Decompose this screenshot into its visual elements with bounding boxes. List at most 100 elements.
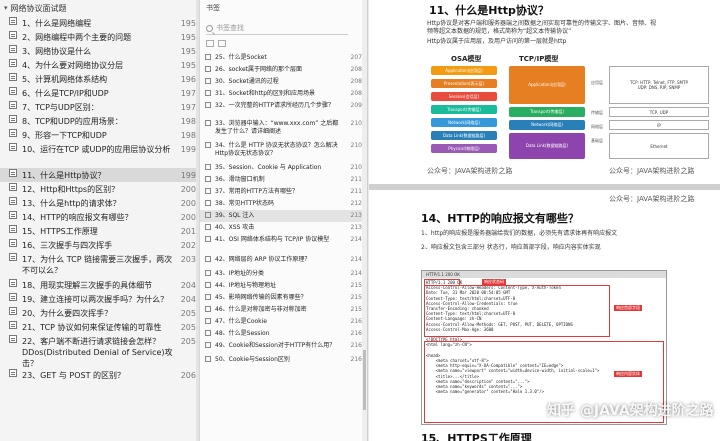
outline-item[interactable]: 14、HTTP的响应报文有哪些？ 200	[0, 210, 199, 224]
bookmark-item-page: 216	[350, 330, 362, 337]
bookmark-icon	[205, 102, 211, 108]
bullet-text-4: 2、响应报文包含三部分 状态行，响应首部字段，响应内容实体实现	[421, 244, 601, 251]
outline-item-icon	[9, 293, 17, 301]
bookmark-item[interactable]: 39、SQL 注入 213	[200, 210, 367, 222]
bookmark-item[interactable]: 25、什么是Socket 207	[200, 52, 367, 64]
collapse-icon[interactable]	[218, 40, 226, 47]
outline-item[interactable]: 8、TCP和UDP的应用场景： 198	[0, 114, 199, 128]
bookmark-item-page: 216	[350, 318, 362, 325]
tcpip-layer: Network(网络层)	[509, 120, 585, 130]
bookmark-item-label: 43、IP地址的分类	[215, 270, 265, 277]
outline-item-page: 199	[180, 171, 196, 180]
expand-icon[interactable]	[206, 40, 214, 47]
bookmark-item[interactable]: 26、socket属于网络的那个层面 208	[200, 64, 367, 76]
bookmark-item-label: 46、什么是对称加密与非对称加密	[215, 306, 307, 313]
osi-model-title: OSA模型	[451, 55, 482, 63]
bookmark-item[interactable]: 50、Cookie与Session区别 216	[200, 354, 367, 366]
outline-item[interactable]: 21、TCP 协议如何来保证传输的可靠性 205	[0, 320, 199, 334]
outline-item-icon	[9, 169, 17, 177]
watermark: 知乎 @JAVA架构进阶之路	[547, 403, 714, 419]
outline-item-label: 18、用现实理解三次握手的具体细节	[22, 281, 153, 290]
footer-left: 公众号：JAVA架构进阶之路	[427, 167, 513, 175]
outline-item-page: 200	[180, 213, 196, 222]
protocol-box-network: IP	[609, 120, 709, 130]
outline-item[interactable]: 10、运行在TCP 或UDP的应用层协议分析 199	[0, 142, 199, 168]
outline-item[interactable]: 11、什么是Http协议？ 199	[0, 168, 199, 182]
outline-item[interactable]: 5、计算机网络体系结构 196	[0, 72, 199, 86]
outline-panel: ▾ 网络协议面试题 1、什么是网络编程 195 2、网络编程中两个主要的问题 195 3…	[0, 0, 200, 441]
bookmark-item-page: 207	[350, 54, 362, 61]
bookmark-item[interactable]: 31、Socket和http的区别和应用场景 208	[200, 88, 367, 100]
bookmark-item[interactable]: 45、影响网络传输的因素有哪些？ 215	[200, 292, 367, 304]
bookmark-item[interactable]: 42、网络层的 ARP 协议工作原理？ 214	[200, 254, 367, 268]
bookmark-item[interactable]: 49、Cookie和Session对于HTTP有什么用？ 216	[200, 340, 367, 354]
bookmark-icon	[205, 200, 211, 206]
outline-item-page: 201	[180, 227, 196, 236]
outline-item-label: 21、TCP 协议如何来保证传输的可靠性	[22, 323, 162, 332]
bookmark-item[interactable]: 30、Socket通讯的过程 208	[200, 76, 367, 88]
bookmark-icon	[205, 236, 211, 242]
outline-item[interactable]: 13、什么是http的请求体？ 200	[0, 196, 199, 210]
bookmark-search-input[interactable]: 书签查找	[206, 22, 348, 35]
outline-item[interactable]: 12、Http和Https的区别？ 200	[0, 182, 199, 196]
chevron-down-icon[interactable]: ▾	[4, 4, 8, 12]
bookmark-icon	[205, 78, 211, 84]
bookmark-item-page: 211	[350, 176, 362, 183]
outline-item-page: 198	[180, 131, 196, 140]
outline-item[interactable]: 7、TCP与UDP区别： 197	[0, 100, 199, 114]
outline-item[interactable]: 23、GET 与 POST 的区别？ 206	[0, 368, 199, 382]
outline-item[interactable]: 1、什么是网络编程 195	[0, 16, 199, 30]
outline-item[interactable]: 17、为什么 TCP 链接需要三次握手，两次不可以么？ 203	[0, 252, 199, 278]
bookmark-item-page: 210	[350, 164, 362, 171]
outline-item[interactable]: 18、用现实理解三次握手的具体细节 204	[0, 278, 199, 292]
outline-item-page: 206	[180, 371, 196, 380]
search-icon	[206, 24, 213, 32]
bookmark-item[interactable]: 40、XSS 攻击 213	[200, 222, 367, 234]
bookmark-item-page: 215	[350, 306, 362, 313]
outline-list: 1、什么是网络编程 195 2、网络编程中两个主要的问题 195 3、网络协议是什么 19…	[0, 16, 199, 382]
bookmark-item[interactable]: 46、什么是对称加密与非对称加密 215	[200, 304, 367, 316]
side-label-application: 应用层	[591, 80, 603, 85]
bookmarks-scrollbar[interactable]	[362, 0, 367, 441]
outline-item-page: 205	[180, 337, 196, 346]
outline-item[interactable]: 2、网络编程中两个主要的问题 195	[0, 30, 199, 44]
outline-item-page: 199	[180, 145, 196, 154]
bookmark-item[interactable]: 32、一次完整的HTTP请求所经历几个步骤？ 209	[200, 100, 367, 118]
outline-item-page: 204	[180, 295, 196, 304]
outline-item[interactable]: 16、三次握手与四次挥手 202	[0, 238, 199, 252]
document-view: 11、什么是Http协议？ Http协议是对客户端和服务器端之间数据之间实现可靠…	[369, 0, 720, 441]
bookmark-item[interactable]: 44、IP地址与物理地址 215	[200, 280, 367, 292]
bookmark-item-label: 26、socket属于网络的那个层面	[215, 66, 303, 73]
outline-item-label: 5、计算机网络体系结构	[22, 75, 108, 84]
outline-item-label: 7、TCP与UDP区别：	[22, 103, 99, 112]
outline-item[interactable]: 22、客户端不断进行请求链接会怎样？DDos(Distributed Denia…	[0, 334, 199, 368]
bookmark-item[interactable]: 35、Session、Cookie 与 Application 210	[200, 162, 367, 174]
outline-item[interactable]: 15、HTTPS工作原理 201	[0, 224, 199, 238]
outline-item-icon	[9, 45, 17, 53]
bookmark-item-page: 216	[350, 342, 362, 349]
bookmark-item-label: 48、什么是Session	[215, 330, 270, 337]
outline-item[interactable]: 20、为什么要四次挥手？ 205	[0, 306, 199, 320]
outline-item-label: 19、建立连接可以两次握手吗？为什么？	[22, 295, 169, 304]
bookmark-item-page: 212	[350, 200, 362, 207]
outline-section-header[interactable]: ▾ 网络协议面试题	[0, 0, 199, 16]
outline-section-title: 网络协议面试题	[10, 3, 67, 13]
footer-top: 公众号：JAVA架构进阶之路	[609, 195, 695, 203]
bookmark-item[interactable]: 48、什么是Session 216	[200, 328, 367, 340]
outline-item[interactable]: 6、什么是TCP/IP和UDP 197	[0, 86, 199, 100]
bookmark-item[interactable]: 38、常见HTTP状态码 212	[200, 198, 367, 210]
bookmark-item[interactable]: 36、滑动窗口机制 211	[200, 174, 367, 186]
outline-item[interactable]: 3、网络协议是什么 195	[0, 44, 199, 58]
outline-item-page: 195	[180, 47, 196, 56]
bookmark-item-label: 37、常用的HTTP方法有哪些？	[215, 188, 298, 195]
scrollbar-thumb[interactable]	[363, 350, 366, 410]
outline-item[interactable]: 9、形容一下TCP和UDP 198	[0, 128, 199, 142]
bookmark-item[interactable]: 43、IP地址的分类 214	[200, 268, 367, 280]
outline-item[interactable]: 19、建立连接可以两次握手吗？为什么？ 204	[0, 292, 199, 306]
bookmark-item[interactable]: 33、浏览器中输入：“www.xxx.com” 之后都发生了什么？请详细阐述 21…	[200, 118, 367, 140]
bookmark-item[interactable]: 47、什么是Cookie 216	[200, 316, 367, 328]
bookmark-item[interactable]: 34、什么是 HTTP 协议无状态协议？怎么解决Http协议无状态协议？ 210	[200, 140, 367, 162]
bookmark-item[interactable]: 37、常用的HTTP方法有哪些？ 211	[200, 186, 367, 198]
outline-item[interactable]: 4、为什么要对网络协议分层 195	[0, 58, 199, 72]
bookmark-item[interactable]: 41、OSI 网络体系结构与 TCP/IP 协议模型 214	[200, 234, 367, 254]
